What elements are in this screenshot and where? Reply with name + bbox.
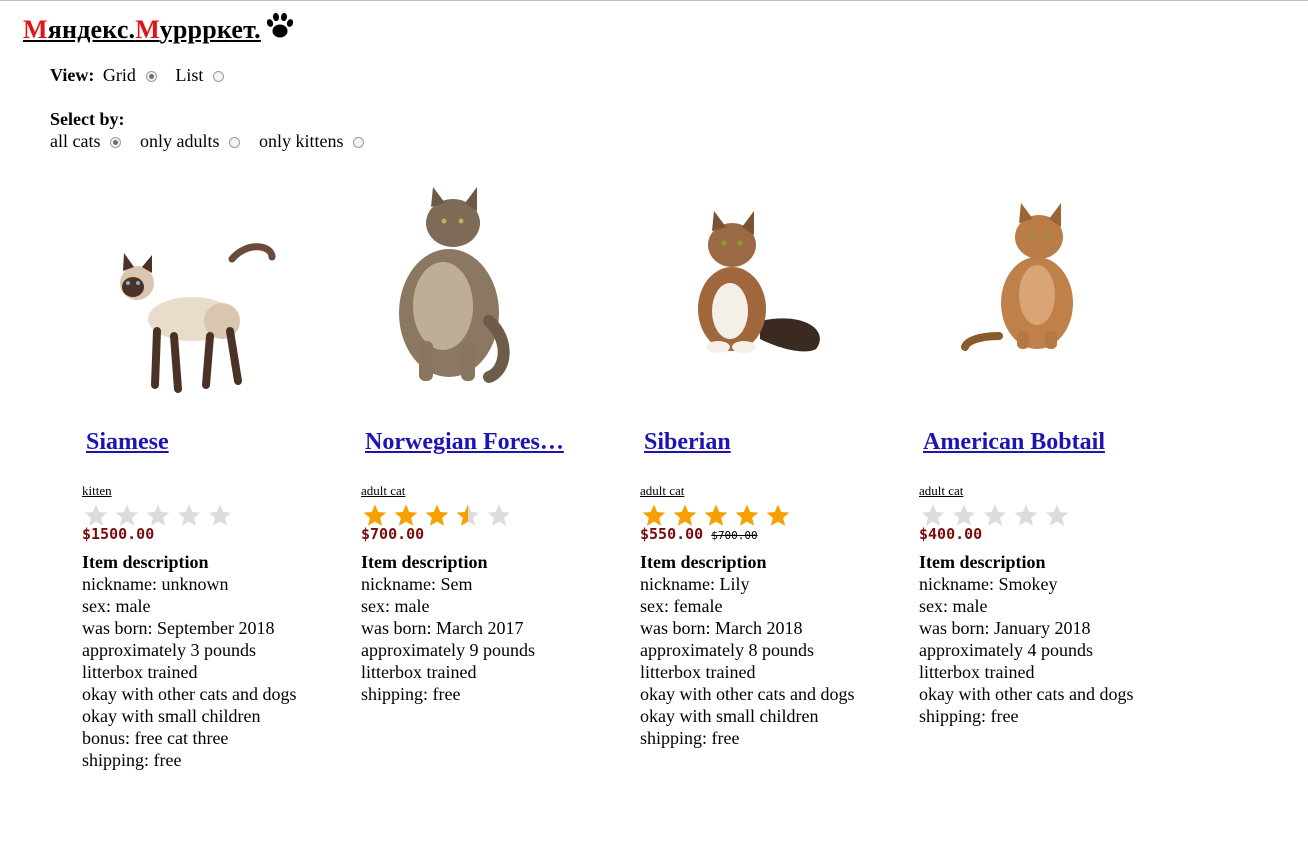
detail-line: approximately 8 pounds (640, 640, 814, 660)
filter-option-label: all cats (50, 131, 101, 151)
detail-line: sex: female (640, 596, 723, 616)
price: $550.00 (640, 525, 704, 543)
cat-photo[interactable] (82, 171, 322, 407)
star-icon[interactable] (765, 503, 791, 529)
item-description: Item description nickname: Smokey sex: m… (919, 551, 1149, 727)
detail-line: litterbox trained (82, 662, 198, 682)
detail-line: approximately 3 pounds (82, 640, 256, 660)
detail-line: nickname: Smokey (919, 574, 1058, 594)
detail-line: shipping: free (82, 750, 182, 770)
price-row: $550.00 $700.00 (640, 525, 758, 544)
detail-line: shipping: free (361, 684, 461, 704)
price: $700.00 (361, 525, 425, 543)
filter-option-all[interactable]: all cats (50, 130, 131, 152)
paw-icon (266, 12, 293, 38)
star-icon[interactable] (176, 503, 202, 529)
age-badge[interactable]: adult cat (640, 483, 684, 499)
price-row: $700.00 (361, 525, 432, 544)
all-cats-radio[interactable] (110, 136, 122, 148)
item-description: Item description nickname: Sem sex: male… (361, 551, 591, 705)
cat-photo[interactable] (919, 171, 1159, 407)
detail-line: was born: March 2018 (640, 618, 803, 638)
detail-line: approximately 4 pounds (919, 640, 1093, 660)
detail-line: sex: male (919, 596, 988, 616)
price: $1500.00 (82, 525, 155, 543)
star-icon[interactable] (455, 503, 481, 529)
cat-name: American Bobtail (923, 427, 1151, 457)
detail-line: litterbox trained (919, 662, 1035, 682)
detail-line: was born: September 2018 (82, 618, 275, 638)
cat-name-link[interactable]: Norwegian Fores… (365, 429, 564, 455)
description-heading: Item description (640, 552, 767, 572)
detail-line: sex: male (361, 596, 430, 616)
detail-line: nickname: Sem (361, 574, 473, 594)
filter-label: Select by: (50, 109, 125, 129)
adults-radio[interactable] (229, 136, 241, 148)
detail-line: okay with small children (82, 706, 261, 726)
cat-photo[interactable] (640, 171, 880, 407)
star-icon[interactable] (486, 503, 512, 529)
cat-name-link[interactable]: Siamese (86, 429, 169, 455)
filter-option-kittens[interactable]: only kittens (259, 130, 375, 152)
view-option-label: Grid (102, 65, 136, 85)
logo-letter: М (23, 15, 48, 44)
detail-line: sex: male (82, 596, 151, 616)
cat-photo[interactable] (361, 171, 601, 407)
detail-line: was born: March 2017 (361, 618, 524, 638)
price-row: $400.00 (919, 525, 990, 544)
old-price: $700.00 (711, 529, 758, 542)
description-heading: Item description (361, 552, 488, 572)
detail-line: okay with small children (640, 706, 819, 726)
price: $400.00 (919, 525, 983, 543)
item-description: Item description nickname: unknown sex: … (82, 551, 312, 771)
detail-line: okay with other cats and dogs (919, 684, 1134, 704)
filter-option-label: only kittens (258, 131, 344, 151)
cat-name-link[interactable]: American Bobtail (923, 429, 1105, 455)
age-badge[interactable]: adult cat (919, 483, 963, 499)
detail-line: bonus: free cat three (82, 728, 229, 748)
filter-options: all cats only adults only kittens (50, 130, 378, 152)
view-switcher: View: Grid List (50, 64, 238, 86)
description-heading: Item description (919, 552, 1046, 572)
age-badge[interactable]: kitten (82, 483, 112, 499)
cat-name: Norwegian Fores… (365, 427, 593, 457)
grid-radio[interactable] (145, 70, 157, 82)
filter-option-adults[interactable]: only adults (140, 130, 251, 152)
detail-line: okay with other cats and dogs (82, 684, 297, 704)
detail-line: litterbox trained (361, 662, 477, 682)
site-logo[interactable]: Мяндекс.Муррркет. (23, 11, 295, 47)
filter-title: Select by: (50, 108, 124, 130)
logo-link[interactable]: Мяндекс.Муррркет. (23, 12, 295, 44)
logo-letter: М (135, 15, 160, 44)
detail-line: nickname: unknown (82, 574, 229, 594)
filter-option-label: only adults (139, 131, 220, 151)
detail-line: nickname: Lily (640, 574, 750, 594)
view-label: View: (50, 65, 95, 85)
logo-text: ет. (231, 15, 261, 44)
star-icon[interactable] (207, 503, 233, 529)
cat-name-link[interactable]: Siberian (644, 429, 731, 455)
cat-name: Siberian (644, 427, 872, 457)
detail-line: shipping: free (919, 706, 1019, 726)
star-icon[interactable] (1044, 503, 1070, 529)
view-option-label: List (175, 65, 204, 85)
view-option-grid[interactable]: Grid (99, 64, 167, 86)
price-row: $1500.00 (82, 525, 162, 544)
detail-line: okay with other cats and dogs (640, 684, 855, 704)
kittens-radio[interactable] (353, 136, 365, 148)
logo-text: яндекс. (47, 15, 136, 44)
list-radio[interactable] (213, 70, 225, 82)
detail-line: shipping: free (640, 728, 740, 748)
logo-text: урррк (159, 15, 232, 44)
detail-line: litterbox trained (640, 662, 756, 682)
star-icon[interactable] (1013, 503, 1039, 529)
view-option-list[interactable]: List (175, 64, 234, 86)
description-heading: Item description (82, 552, 209, 572)
detail-line: approximately 9 pounds (361, 640, 535, 660)
age-badge[interactable]: adult cat (361, 483, 405, 499)
item-description: Item description nickname: Lily sex: fem… (640, 551, 870, 749)
detail-line: was born: January 2018 (919, 618, 1091, 638)
cat-name: Siamese (86, 427, 314, 457)
